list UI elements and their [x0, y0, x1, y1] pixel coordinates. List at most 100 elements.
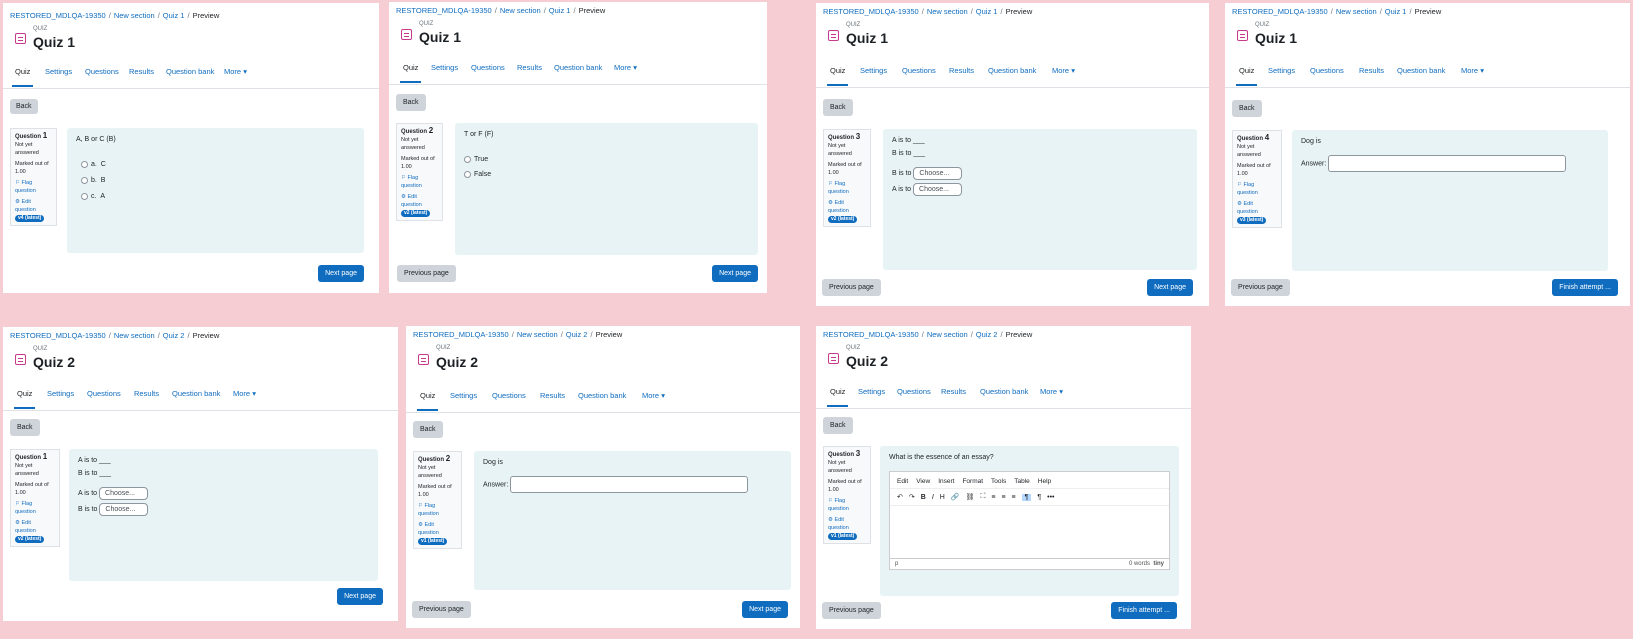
- tab-results[interactable]: Results: [129, 67, 154, 76]
- finish-attempt-button[interactable]: Finish attempt ...: [1552, 279, 1618, 296]
- next-page-button[interactable]: Next page: [318, 265, 364, 282]
- flag-line2[interactable]: question: [15, 508, 55, 516]
- tab-more[interactable]: More ▾: [224, 67, 247, 76]
- breadcrumb-section-link[interactable]: New section: [500, 6, 541, 15]
- essay-textarea[interactable]: [890, 506, 1169, 558]
- link-icon[interactable]: 🔗: [951, 493, 960, 501]
- breadcrumb-course-link[interactable]: RESTORED_MDLQA-19350: [1232, 7, 1328, 16]
- tab-questions[interactable]: Questions: [1310, 66, 1344, 75]
- breadcrumb-section-link[interactable]: New section: [114, 11, 155, 20]
- previous-page-button[interactable]: Previous page: [412, 601, 471, 618]
- radio-icon[interactable]: [81, 192, 88, 200]
- edit-line2[interactable]: question: [15, 206, 52, 214]
- next-page-button[interactable]: Next page: [712, 265, 758, 282]
- tab-quiz[interactable]: Quiz: [826, 66, 849, 86]
- bold-icon[interactable]: B: [921, 494, 926, 501]
- previous-page-button[interactable]: Previous page: [822, 279, 881, 296]
- match-select[interactable]: Choose...: [913, 183, 962, 196]
- more-icon[interactable]: •••: [1047, 494, 1054, 501]
- edit-question-link[interactable]: ⚙ Edit: [15, 519, 55, 527]
- element-path[interactable]: p: [895, 561, 898, 567]
- tab-settings[interactable]: Settings: [45, 67, 72, 76]
- tab-quiz[interactable]: Quiz: [399, 63, 422, 83]
- breadcrumb-quiz-link[interactable]: Quiz 2: [566, 330, 588, 339]
- tab-settings[interactable]: Settings: [431, 63, 458, 72]
- tab-more[interactable]: More ▾: [1052, 66, 1075, 75]
- next-page-button[interactable]: Next page: [742, 601, 788, 618]
- menu-insert[interactable]: Insert: [938, 478, 954, 485]
- edit-question-link[interactable]: ⚙ Edit: [418, 521, 457, 529]
- ltr-icon[interactable]: ¶: [1021, 493, 1032, 501]
- match-select[interactable]: Choose...: [913, 167, 963, 180]
- flag-question-link[interactable]: ⚐ Flag: [401, 174, 438, 182]
- tab-settings[interactable]: Settings: [1268, 66, 1295, 75]
- breadcrumb-course-link[interactable]: RESTORED_MDLQA-19350: [823, 330, 919, 339]
- tab-question-bank[interactable]: Question bank: [980, 387, 1028, 396]
- flag-question-link[interactable]: ⚐ Flag: [828, 497, 866, 505]
- option-true[interactable]: True: [464, 152, 749, 167]
- flag-question-link[interactable]: ⚐ Flag: [1237, 181, 1277, 189]
- tab-quiz[interactable]: Quiz: [826, 387, 849, 407]
- tab-questions[interactable]: Questions: [471, 63, 505, 72]
- tab-more[interactable]: More ▾: [642, 391, 665, 400]
- radio-icon[interactable]: [464, 170, 471, 178]
- tab-more[interactable]: More ▾: [1040, 387, 1063, 396]
- menu-help[interactable]: Help: [1038, 478, 1051, 485]
- breadcrumb-quiz-link[interactable]: Quiz 1: [549, 6, 571, 15]
- tab-results[interactable]: Results: [941, 387, 966, 396]
- tab-results[interactable]: Results: [517, 63, 542, 72]
- flag-question-link[interactable]: ⚐ Flag: [15, 500, 55, 508]
- previous-page-button[interactable]: Previous page: [1231, 279, 1290, 296]
- breadcrumb-quiz-link[interactable]: Quiz 1: [1385, 7, 1407, 16]
- breadcrumb-section-link[interactable]: New section: [927, 330, 968, 339]
- tab-question-bank[interactable]: Question bank: [578, 391, 626, 400]
- breadcrumb-course-link[interactable]: RESTORED_MDLQA-19350: [396, 6, 492, 15]
- tab-more[interactable]: More ▾: [614, 63, 637, 72]
- flag-question-link[interactable]: ⚐ Flag: [418, 502, 457, 510]
- match-select[interactable]: Choose...: [99, 487, 148, 500]
- tab-questions[interactable]: Questions: [897, 387, 931, 396]
- flag-line2[interactable]: question: [828, 505, 866, 513]
- edit-question-link[interactable]: ⚙ Edit: [401, 193, 438, 201]
- previous-page-button[interactable]: Previous page: [397, 265, 456, 282]
- flag-line2[interactable]: question: [418, 510, 457, 518]
- edit-question-link[interactable]: ⚙ Edit: [1237, 200, 1277, 208]
- breadcrumb-section-link[interactable]: New section: [517, 330, 558, 339]
- unlink-icon[interactable]: ⛓: [966, 493, 975, 501]
- tab-results[interactable]: Results: [949, 66, 974, 75]
- radio-icon[interactable]: [464, 155, 471, 163]
- back-button[interactable]: Back: [823, 417, 853, 434]
- finish-attempt-button[interactable]: Finish attempt ...: [1111, 602, 1177, 619]
- radio-icon[interactable]: [81, 176, 88, 184]
- menu-edit[interactable]: Edit: [897, 478, 908, 485]
- edit-question-link[interactable]: ⚙ Edit: [828, 199, 866, 207]
- menu-table[interactable]: Table: [1014, 478, 1030, 485]
- tab-quiz[interactable]: Quiz: [1235, 66, 1258, 86]
- back-button[interactable]: Back: [396, 94, 426, 111]
- undo-icon[interactable]: ↶: [897, 493, 903, 501]
- answer-input[interactable]: [1328, 155, 1567, 172]
- back-button[interactable]: Back: [823, 99, 853, 116]
- tab-questions[interactable]: Questions: [87, 389, 121, 398]
- tab-results[interactable]: Results: [1359, 66, 1384, 75]
- align-left-icon[interactable]: ≡: [991, 494, 995, 501]
- redo-icon[interactable]: ↷: [909, 493, 915, 501]
- flag-line2[interactable]: question: [828, 188, 866, 196]
- previous-page-button[interactable]: Previous page: [822, 602, 881, 619]
- edit-question-link[interactable]: ⚙ Edit: [828, 516, 866, 524]
- option-false[interactable]: False: [464, 167, 749, 182]
- tab-questions[interactable]: Questions: [85, 67, 119, 76]
- tab-question-bank[interactable]: Question bank: [554, 63, 602, 72]
- back-button[interactable]: Back: [10, 99, 38, 114]
- option-a[interactable]: a. C: [81, 157, 355, 173]
- flag-line2[interactable]: question: [15, 187, 52, 195]
- back-button[interactable]: Back: [413, 421, 443, 438]
- radio-icon[interactable]: [81, 160, 88, 168]
- tab-question-bank[interactable]: Question bank: [988, 66, 1036, 75]
- fullscreen-icon[interactable]: ⛶: [980, 493, 985, 501]
- breadcrumb-quiz-link[interactable]: Quiz 2: [163, 331, 185, 340]
- edit-line2[interactable]: question: [15, 527, 55, 535]
- edit-line2[interactable]: question: [401, 201, 438, 209]
- flag-question-link[interactable]: ⚐ Flag: [828, 180, 866, 188]
- tab-results[interactable]: Results: [134, 389, 159, 398]
